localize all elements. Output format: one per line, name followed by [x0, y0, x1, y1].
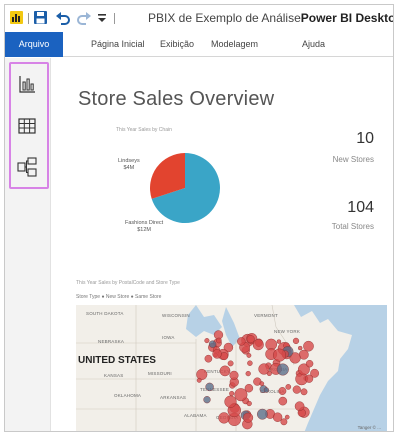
sales-bubble[interactable] [218, 412, 230, 424]
sales-bubble[interactable] [278, 396, 288, 406]
sales-bubble[interactable] [292, 385, 301, 394]
window-title: PBIX de Exemplo de AnálisePower BI Deskt… [148, 11, 394, 25]
page-title: Store Sales Overview [78, 88, 275, 110]
ribbon-tabs: Arquivo Página Inicial Exibição Modelage… [5, 32, 393, 57]
sales-bubble[interactable] [246, 400, 252, 407]
report-canvas: Store Sales Overview This Year Sales by … [52, 58, 393, 431]
sales-bubble[interactable] [229, 390, 235, 396]
tab-ajuda[interactable]: Ajuda [302, 32, 325, 57]
sales-bubble[interactable] [245, 370, 251, 377]
sales-bubble[interactable] [227, 360, 234, 367]
sales-bubble[interactable] [305, 374, 314, 383]
sales-bubble[interactable] [284, 414, 290, 420]
sales-bubble[interactable] [263, 387, 270, 393]
sales-bubble[interactable] [280, 418, 288, 426]
map-credit: Tanger © ... [357, 425, 381, 430]
total-stores-value: 104 [347, 199, 374, 216]
sales-bubble[interactable] [276, 339, 282, 344]
tab-exibicao[interactable]: Exibição [160, 32, 194, 57]
sales-bubble[interactable] [196, 377, 202, 383]
title-separator [114, 13, 115, 24]
pie-label-lindseys-value: $4M [123, 165, 135, 171]
table-grid-icon[interactable] [14, 113, 40, 139]
tab-arquivo[interactable]: Arquivo [5, 32, 63, 57]
sales-bubble[interactable] [272, 412, 283, 422]
sales-bubble[interactable] [305, 360, 314, 368]
sales-bubble[interactable] [243, 412, 254, 423]
sales-bubble[interactable] [278, 387, 287, 395]
sales-bubble[interactable] [204, 338, 210, 344]
pie-chart[interactable] [148, 151, 222, 225]
total-stores-label: Total Stores [331, 222, 374, 231]
new-stores-value: 10 [356, 130, 374, 147]
pie-label-lindseys-name: Lindseys [118, 158, 140, 164]
sales-map[interactable]: SOUTH DAKOTA WISCONSIN VERMONT NEBRASKA … [76, 305, 387, 431]
app-title: Power BI Desktop [300, 11, 394, 25]
sales-bubble[interactable] [229, 370, 239, 380]
sales-bubble[interactable] [205, 382, 214, 392]
tab-pagina-inicial[interactable]: Página Inicial [91, 32, 145, 57]
sales-bubbles [196, 330, 320, 430]
redo-icon[interactable] [76, 10, 92, 25]
sales-bubble[interactable] [247, 360, 253, 366]
sales-bubble[interactable] [246, 353, 252, 358]
sales-bubble[interactable] [258, 363, 270, 375]
sales-bubble[interactable] [294, 401, 305, 411]
sales-bubble[interactable] [300, 388, 308, 396]
new-stores-label: New Stores [332, 155, 374, 164]
pie-label-fashions-value: $12M [137, 227, 151, 233]
sales-bubble[interactable] [204, 354, 213, 363]
sales-bubble[interactable] [215, 337, 222, 344]
pie-label-lindseys: Lindseys $4M [118, 158, 140, 172]
sales-bubble[interactable] [259, 381, 265, 386]
title-separator [28, 13, 29, 24]
sales-bubble[interactable] [292, 337, 300, 345]
document-title: PBIX de Exemplo de Análise [148, 11, 301, 25]
pie-chart-title: This Year Sales by Chain [116, 127, 172, 133]
sales-bubble[interactable] [203, 396, 211, 404]
sales-bubble[interactable] [212, 349, 222, 359]
sales-bubble[interactable] [276, 363, 289, 376]
sales-bubble[interactable] [224, 395, 237, 408]
power-bi-window: PBIX de Exemplo de AnálisePower BI Deskt… [4, 4, 394, 432]
pie-label-fashions-direct: Fashions Direct $12M [125, 220, 163, 234]
view-switcher [5, 58, 51, 431]
sales-bubble[interactable] [237, 337, 246, 346]
pie-label-fashions-name: Fashions Direct [125, 220, 164, 226]
undo-icon[interactable] [55, 10, 71, 25]
customize-toolbar-icon[interactable] [97, 12, 107, 24]
sales-bubble[interactable] [303, 340, 314, 352]
map-title: This Year Sales by PostalCode and Store … [76, 280, 180, 286]
sales-bubble[interactable] [252, 339, 264, 351]
sales-bubble[interactable] [256, 408, 268, 420]
power-bi-logo-icon [10, 11, 23, 24]
relationships-icon[interactable] [14, 154, 40, 180]
sales-bubble[interactable] [246, 335, 255, 344]
map-legend: Store Type ● New Store ● Same Store [76, 294, 162, 300]
sales-bubble[interactable] [234, 388, 248, 402]
save-icon[interactable] [33, 10, 48, 25]
bar-chart-icon[interactable] [14, 71, 40, 97]
sales-bubble[interactable] [219, 365, 231, 377]
tab-modelagem[interactable]: Modelagem [211, 32, 258, 57]
title-bar: PBIX de Exemplo de AnálisePower BI Deskt… [5, 5, 394, 31]
sales-bubble[interactable] [285, 384, 292, 390]
sales-bubble[interactable] [297, 345, 303, 351]
sales-bubble[interactable] [272, 348, 286, 362]
